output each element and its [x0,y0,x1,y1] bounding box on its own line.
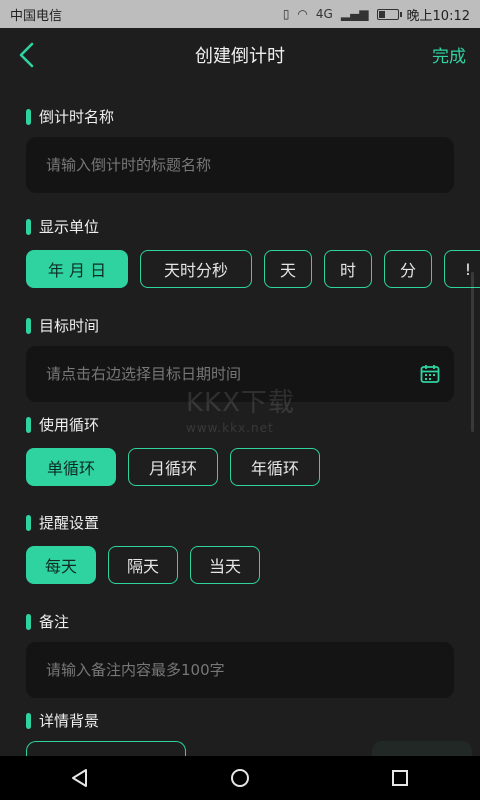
carrier-label: 中国电信 [10,8,63,24]
system-nav-bar [0,756,480,800]
unit-option-hour[interactable]: 时 [324,250,372,288]
unit-option-partial[interactable]: ! [444,250,480,288]
loop-options: 单循环 月循环 年循环 [26,448,320,486]
form-content[interactable]: 倒计时名称 显示单位 年 月 日 天时分秒 天 时 分 ! 目标时间 [0,82,480,756]
unit-options: 年 月 日 天时分秒 天 时 分 ! [26,250,480,288]
background-option-card[interactable] [26,741,186,756]
target-time-input[interactable] [46,365,434,383]
section-marker [26,712,31,729]
reminder-option-daily[interactable]: 每天 [26,546,96,584]
square-recents-icon [392,770,408,786]
status-icons: ▯ ◠ 4G ▂▄▆ 晚上10:12 [283,5,470,24]
section-marker [26,218,31,235]
nav-back-button[interactable] [60,758,100,798]
reminder-options: 每天 隔天 当天 [26,546,260,584]
note-input[interactable] [46,661,434,679]
section-marker [26,514,31,531]
unit-option-minute[interactable]: 分 [384,250,432,288]
loop-option-single[interactable]: 单循环 [26,448,116,486]
scrollbar[interactable] [471,272,474,432]
section-marker [26,108,31,125]
reminder-option-sameday[interactable]: 当天 [190,546,260,584]
section-marker [26,613,31,630]
reminder-option-alternate[interactable]: 隔天 [108,546,178,584]
calendar-icon[interactable] [420,364,440,384]
signal-icon: ▂▄▆ [340,7,369,21]
note-field[interactable] [26,642,454,698]
watermark: KKX下载 www.kkx.net [186,388,295,435]
countdown-name-field[interactable] [26,137,454,193]
battery-icon [376,8,402,20]
section-background-title: 详情背景 [26,710,99,731]
section-target-title: 目标时间 [26,315,99,336]
section-note-title: 备注 [26,611,69,632]
nav-home-button[interactable] [220,758,260,798]
loop-option-monthly[interactable]: 月循环 [128,448,218,486]
section-marker [26,416,31,433]
section-name-title: 倒计时名称 [26,106,114,127]
section-unit-title: 显示单位 [26,216,99,237]
countdown-name-input[interactable] [46,156,434,174]
status-bar: 中国电信 ▯ ◠ 4G ▂▄▆ 晚上10:12 [0,0,480,28]
status-time: 晚上10:12 [406,8,470,24]
nav-recents-button[interactable] [380,758,420,798]
loop-option-yearly[interactable]: 年循环 [230,448,320,486]
circle-home-icon [231,769,249,787]
section-reminder-title: 提醒设置 [26,512,99,533]
vibrate-icon: ▯ [282,7,290,21]
background-option-card[interactable] [372,741,472,756]
page-title: 创建倒计时 [195,46,285,67]
triangle-back-icon [72,769,87,787]
unit-option-day[interactable]: 天 [264,250,312,288]
wifi-icon: ◠ [297,7,308,21]
network-label: 4G [315,7,333,21]
done-button[interactable]: 完成 [432,42,466,67]
section-marker [26,317,31,334]
unit-option-ymd[interactable]: 年 月 日 [26,250,128,288]
unit-option-dhms[interactable]: 天时分秒 [140,250,252,288]
section-loop-title: 使用循环 [26,414,99,435]
back-arrow-icon[interactable] [12,38,46,72]
top-bar: 创建倒计时 完成 [0,28,480,82]
